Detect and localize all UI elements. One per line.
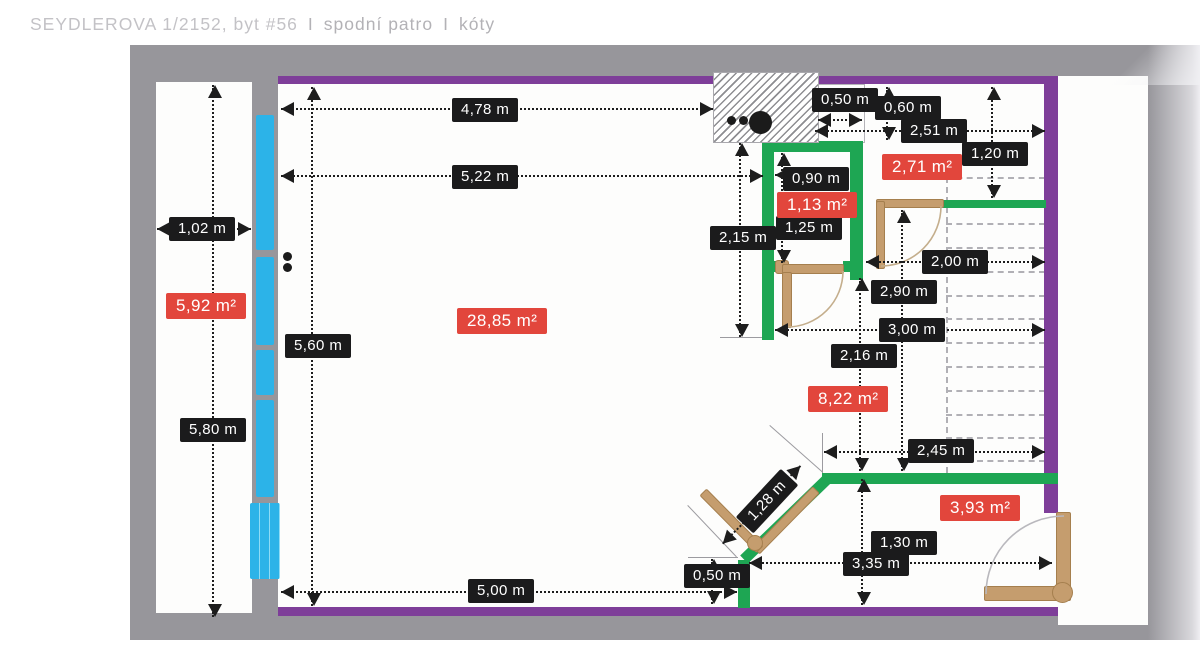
- dim-label-1-25: 1,25 m: [776, 216, 842, 240]
- dim-label-0-50-top: 0,50 m: [812, 88, 878, 112]
- area-label-entry: 3,93 m²: [940, 495, 1020, 521]
- dim-label-2-15: 2,15 m: [710, 226, 776, 250]
- title-floor: spodní patro: [324, 14, 433, 34]
- title-building: SEYDLEROVA 1/2152, byt #56: [30, 14, 298, 34]
- dim-label-0-50-bottom: 0,50 m: [684, 564, 750, 588]
- dim-label-4-78: 4,78 m: [452, 98, 518, 122]
- page-title: SEYDLEROVA 1/2152, byt #56 Ispodní patro I…: [30, 14, 495, 35]
- dim-line-0-50-top: [818, 119, 862, 121]
- dim-line-5-80: [212, 85, 214, 617]
- door-swing-arcs: [0, 0, 1200, 664]
- area-label-living: 28,85 m²: [457, 308, 547, 334]
- area-label-wc: 1,13 m²: [777, 192, 857, 218]
- kitchen-dot-large: [749, 111, 772, 134]
- dim-label-3-35: 3,35 m: [843, 552, 909, 576]
- floor-plan-page: SEYDLEROVA 1/2152, byt #56 Ispodní patro I…: [0, 0, 1200, 664]
- title-separator: I: [443, 14, 449, 34]
- dim-label-3-00: 3,00 m: [879, 318, 945, 342]
- kitchen-dot-small-2: [739, 116, 748, 125]
- dim-label-5-00: 5,00 m: [468, 579, 534, 603]
- dim-label-5-80: 5,80 m: [180, 418, 246, 442]
- area-label-balcony: 5,92 m²: [166, 293, 246, 319]
- dim-line-2-16: [859, 278, 861, 471]
- dim-label-0-90: 0,90 m: [783, 167, 849, 191]
- dim-label-2-16: 2,16 m: [831, 344, 897, 368]
- title-separator: I: [308, 14, 314, 34]
- kitchen-dot-small-1: [727, 116, 736, 125]
- dim-label-5-60: 5,60 m: [285, 334, 351, 358]
- dim-label-0-60: 0,60 m: [875, 96, 941, 120]
- dim-label-2-51: 2,51 m: [901, 119, 967, 143]
- title-view: kóty: [459, 14, 495, 34]
- area-label-upper-hall: 2,71 m²: [882, 154, 962, 180]
- dim-label-1-02: 1,02 m: [169, 217, 235, 241]
- dim-line-1-30: [861, 479, 863, 605]
- dim-label-2-45: 2,45 m: [908, 439, 974, 463]
- area-label-hall: 8,22 m²: [808, 386, 888, 412]
- dim-label-2-90: 2,90 m: [871, 280, 937, 304]
- dim-label-2-00: 2,00 m: [922, 250, 988, 274]
- dim-label-5-22: 5,22 m: [452, 165, 518, 189]
- dim-label-1-20: 1,20 m: [962, 142, 1028, 166]
- dim-line-5-22: [281, 175, 763, 177]
